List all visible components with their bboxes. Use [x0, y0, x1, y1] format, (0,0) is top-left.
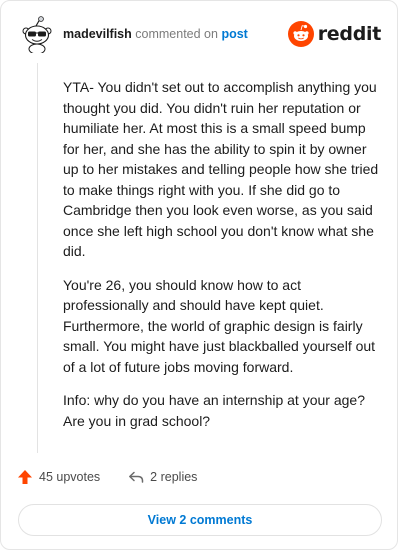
comment-body: YTA- You didn't set out to accomplish an…	[63, 77, 379, 444]
post-link[interactable]: post	[221, 27, 247, 41]
comment-meta: madevilfish commented on post	[63, 27, 248, 41]
comment-actions: 45 upvotes 2 replies	[17, 469, 225, 485]
reddit-logo-icon	[287, 21, 314, 47]
user-avatar[interactable]	[19, 15, 57, 55]
view-comments-button[interactable]: View 2 comments	[18, 504, 382, 536]
reply-arrow-icon	[129, 471, 144, 483]
reddit-wordmark: reddit	[317, 23, 382, 45]
username-link[interactable]: madevilfish	[63, 27, 132, 41]
comment-paragraph-3: Info: why do you have an internship at y…	[63, 392, 365, 429]
comment-paragraph-1: YTA- You didn't set out to accomplish an…	[63, 79, 379, 259]
comment-header: madevilfish commented on post reddit	[19, 15, 381, 55]
comment-paragraph-2: You're 26, you should know how to act pr…	[63, 276, 376, 375]
replies-count: 2 replies	[150, 470, 198, 484]
reddit-brand[interactable]: reddit	[287, 19, 382, 49]
upvote-button[interactable]: 45 upvotes	[17, 469, 100, 485]
replies-button[interactable]: 2 replies	[128, 469, 197, 485]
upvote-count: 45 upvotes	[39, 470, 101, 484]
snoo-avatar-icon	[22, 16, 52, 55]
thread-line[interactable]	[37, 63, 38, 453]
comment-card: madevilfish commented on post reddit YTA…	[0, 0, 398, 550]
upvote-arrow-icon	[18, 470, 32, 484]
commented-on-label: commented on	[135, 27, 218, 41]
